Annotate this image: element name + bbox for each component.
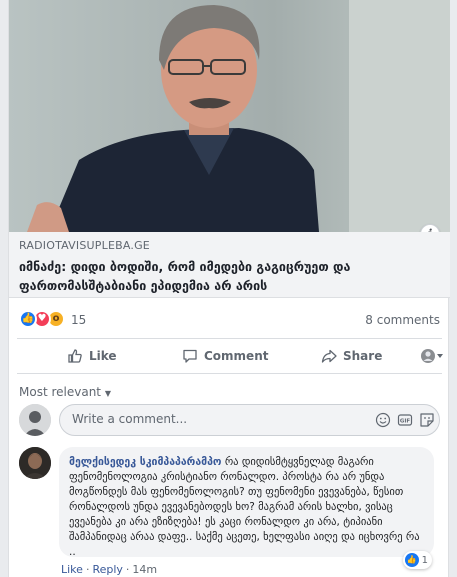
comment-composer[interactable]: GIF bbox=[59, 404, 440, 436]
comment-sort-label: Most relevant bbox=[19, 385, 102, 399]
post-action-bar: Like Comment Share bbox=[17, 338, 443, 374]
like-icon: 👍 bbox=[19, 310, 37, 328]
caret-down-icon: ▼ bbox=[104, 389, 111, 398]
comment-author-link[interactable]: მელქისედეკ სკიმპაპარამპო bbox=[69, 456, 221, 468]
link-headline: იმნაძე: დიდი ბოდიში, რომ იმედები გაგიცრუ… bbox=[19, 259, 351, 293]
comment-text: რა დიდისმტყვნელად მაგარი ფენომენოლოგია კ… bbox=[69, 456, 420, 558]
comment-reaction-badge[interactable]: 👍 1 bbox=[402, 551, 432, 569]
like-icon: 👍 bbox=[404, 553, 419, 567]
link-domain: RADIOTAVISUPLEBA.GE bbox=[19, 239, 150, 252]
like-button[interactable]: Like bbox=[67, 339, 117, 373]
share-arrow-icon bbox=[321, 349, 337, 363]
comment-like-link[interactable]: Like bbox=[61, 563, 83, 576]
speech-bubble-icon bbox=[183, 349, 197, 363]
separator-dot: · bbox=[125, 563, 130, 576]
current-user-avatar[interactable] bbox=[19, 404, 51, 436]
gif-icon[interactable]: GIF bbox=[397, 412, 413, 428]
comment-reaction-count: 1 bbox=[421, 554, 428, 566]
comment-sort-dropdown[interactable]: Most relevant ▼ bbox=[19, 385, 111, 399]
share-button[interactable]: Share bbox=[321, 339, 382, 373]
comment-button-label: Comment bbox=[204, 349, 269, 363]
comment-reply-link[interactable]: Reply bbox=[92, 563, 122, 576]
separator-dot: · bbox=[85, 563, 90, 576]
reaction-profile-selector[interactable] bbox=[421, 339, 449, 373]
comment-count-link[interactable]: 8 comments bbox=[365, 313, 440, 327]
comment-timestamp[interactable]: 14m bbox=[132, 563, 157, 576]
reaction-count[interactable]: 15 bbox=[71, 313, 86, 327]
commenter-avatar[interactable] bbox=[19, 447, 51, 479]
emoji-icon[interactable] bbox=[375, 412, 391, 428]
profile-avatar-icon bbox=[421, 349, 443, 363]
comment-button[interactable]: Comment bbox=[182, 339, 268, 373]
link-preview-text[interactable]: RADIOTAVISUPLEBA.GE იმნაძე: დიდი ბოდიში,… bbox=[9, 232, 450, 298]
thumbs-up-icon bbox=[68, 349, 82, 363]
link-preview-image[interactable] bbox=[9, 0, 450, 232]
svg-text:GIF: GIF bbox=[400, 419, 411, 425]
post-stats: 👍 ♥ o 15 8 comments bbox=[9, 306, 450, 334]
comment-input[interactable] bbox=[72, 412, 312, 426]
comment-actions: Like · Reply · 14m bbox=[61, 563, 157, 576]
post-card: i RADIOTAVISUPLEBA.GE იმნაძე: დიდი ბოდიშ… bbox=[8, 0, 450, 577]
sticker-icon[interactable] bbox=[419, 412, 435, 428]
comment-bubble: მელქისედეკ სკიმპაპარამპო რა დიდისმტყვნელ… bbox=[59, 447, 434, 558]
write-comment-row: GIF bbox=[19, 404, 440, 438]
share-button-label: Share bbox=[343, 349, 383, 363]
like-button-label: Like bbox=[89, 349, 117, 363]
